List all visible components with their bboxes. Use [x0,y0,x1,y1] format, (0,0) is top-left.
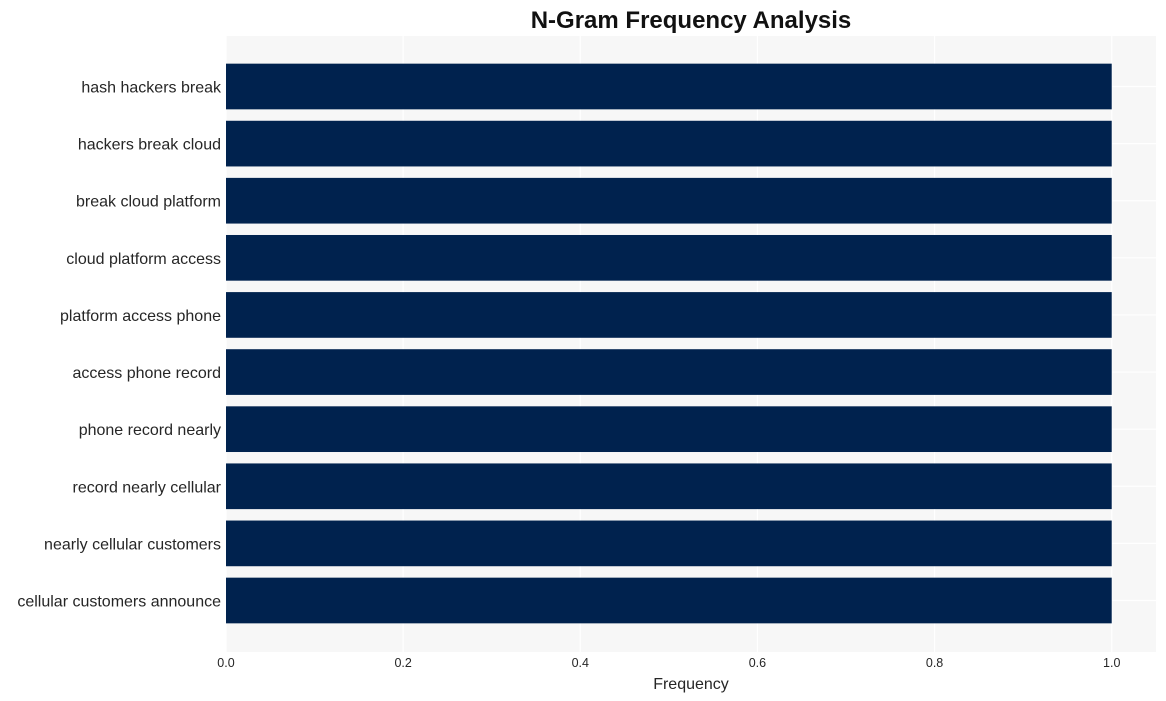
x-tick-label: 0.0 [217,656,234,670]
x-axis-label: Frequency [653,676,729,693]
x-tick-label: 1.0 [1103,656,1120,670]
y-tick-label: platform access phone [60,308,221,325]
chart-title: N-Gram Frequency Analysis [531,7,852,34]
chart: hash hackers break hackers break cloud bre… [17,7,1156,693]
x-tick-labels: 0.0 0.2 0.4 0.6 0.8 1.0 [217,656,1120,670]
x-tick-label: 0.6 [749,656,766,670]
bar [226,63,1112,110]
y-tick-label: hackers break cloud [78,137,221,154]
y-tick-label: phone record nearly [79,422,221,439]
bar [226,406,1112,453]
bar [226,177,1112,224]
y-tick-label: access phone record [72,365,221,382]
y-tick-label: record nearly cellular [72,479,221,496]
bar [226,577,1112,624]
bar [226,520,1112,567]
y-tick-label: break cloud platform [76,194,221,211]
y-tick-label: cellular customers announce [17,594,221,611]
bar [226,292,1112,338]
y-tick-label: nearly cellular customers [44,536,221,553]
bar [226,463,1112,510]
bar [226,120,1112,167]
x-tick-label: 0.4 [572,656,589,670]
y-tick-label: hash hackers break [81,80,222,97]
y-tick-label: cloud platform access [66,251,221,268]
y-tick-labels: hash hackers break hackers break cloud bre… [17,80,222,611]
x-tick-label: 0.2 [394,656,411,670]
bar [226,234,1112,281]
bar [226,349,1112,395]
x-tick-label: 0.8 [926,656,943,670]
